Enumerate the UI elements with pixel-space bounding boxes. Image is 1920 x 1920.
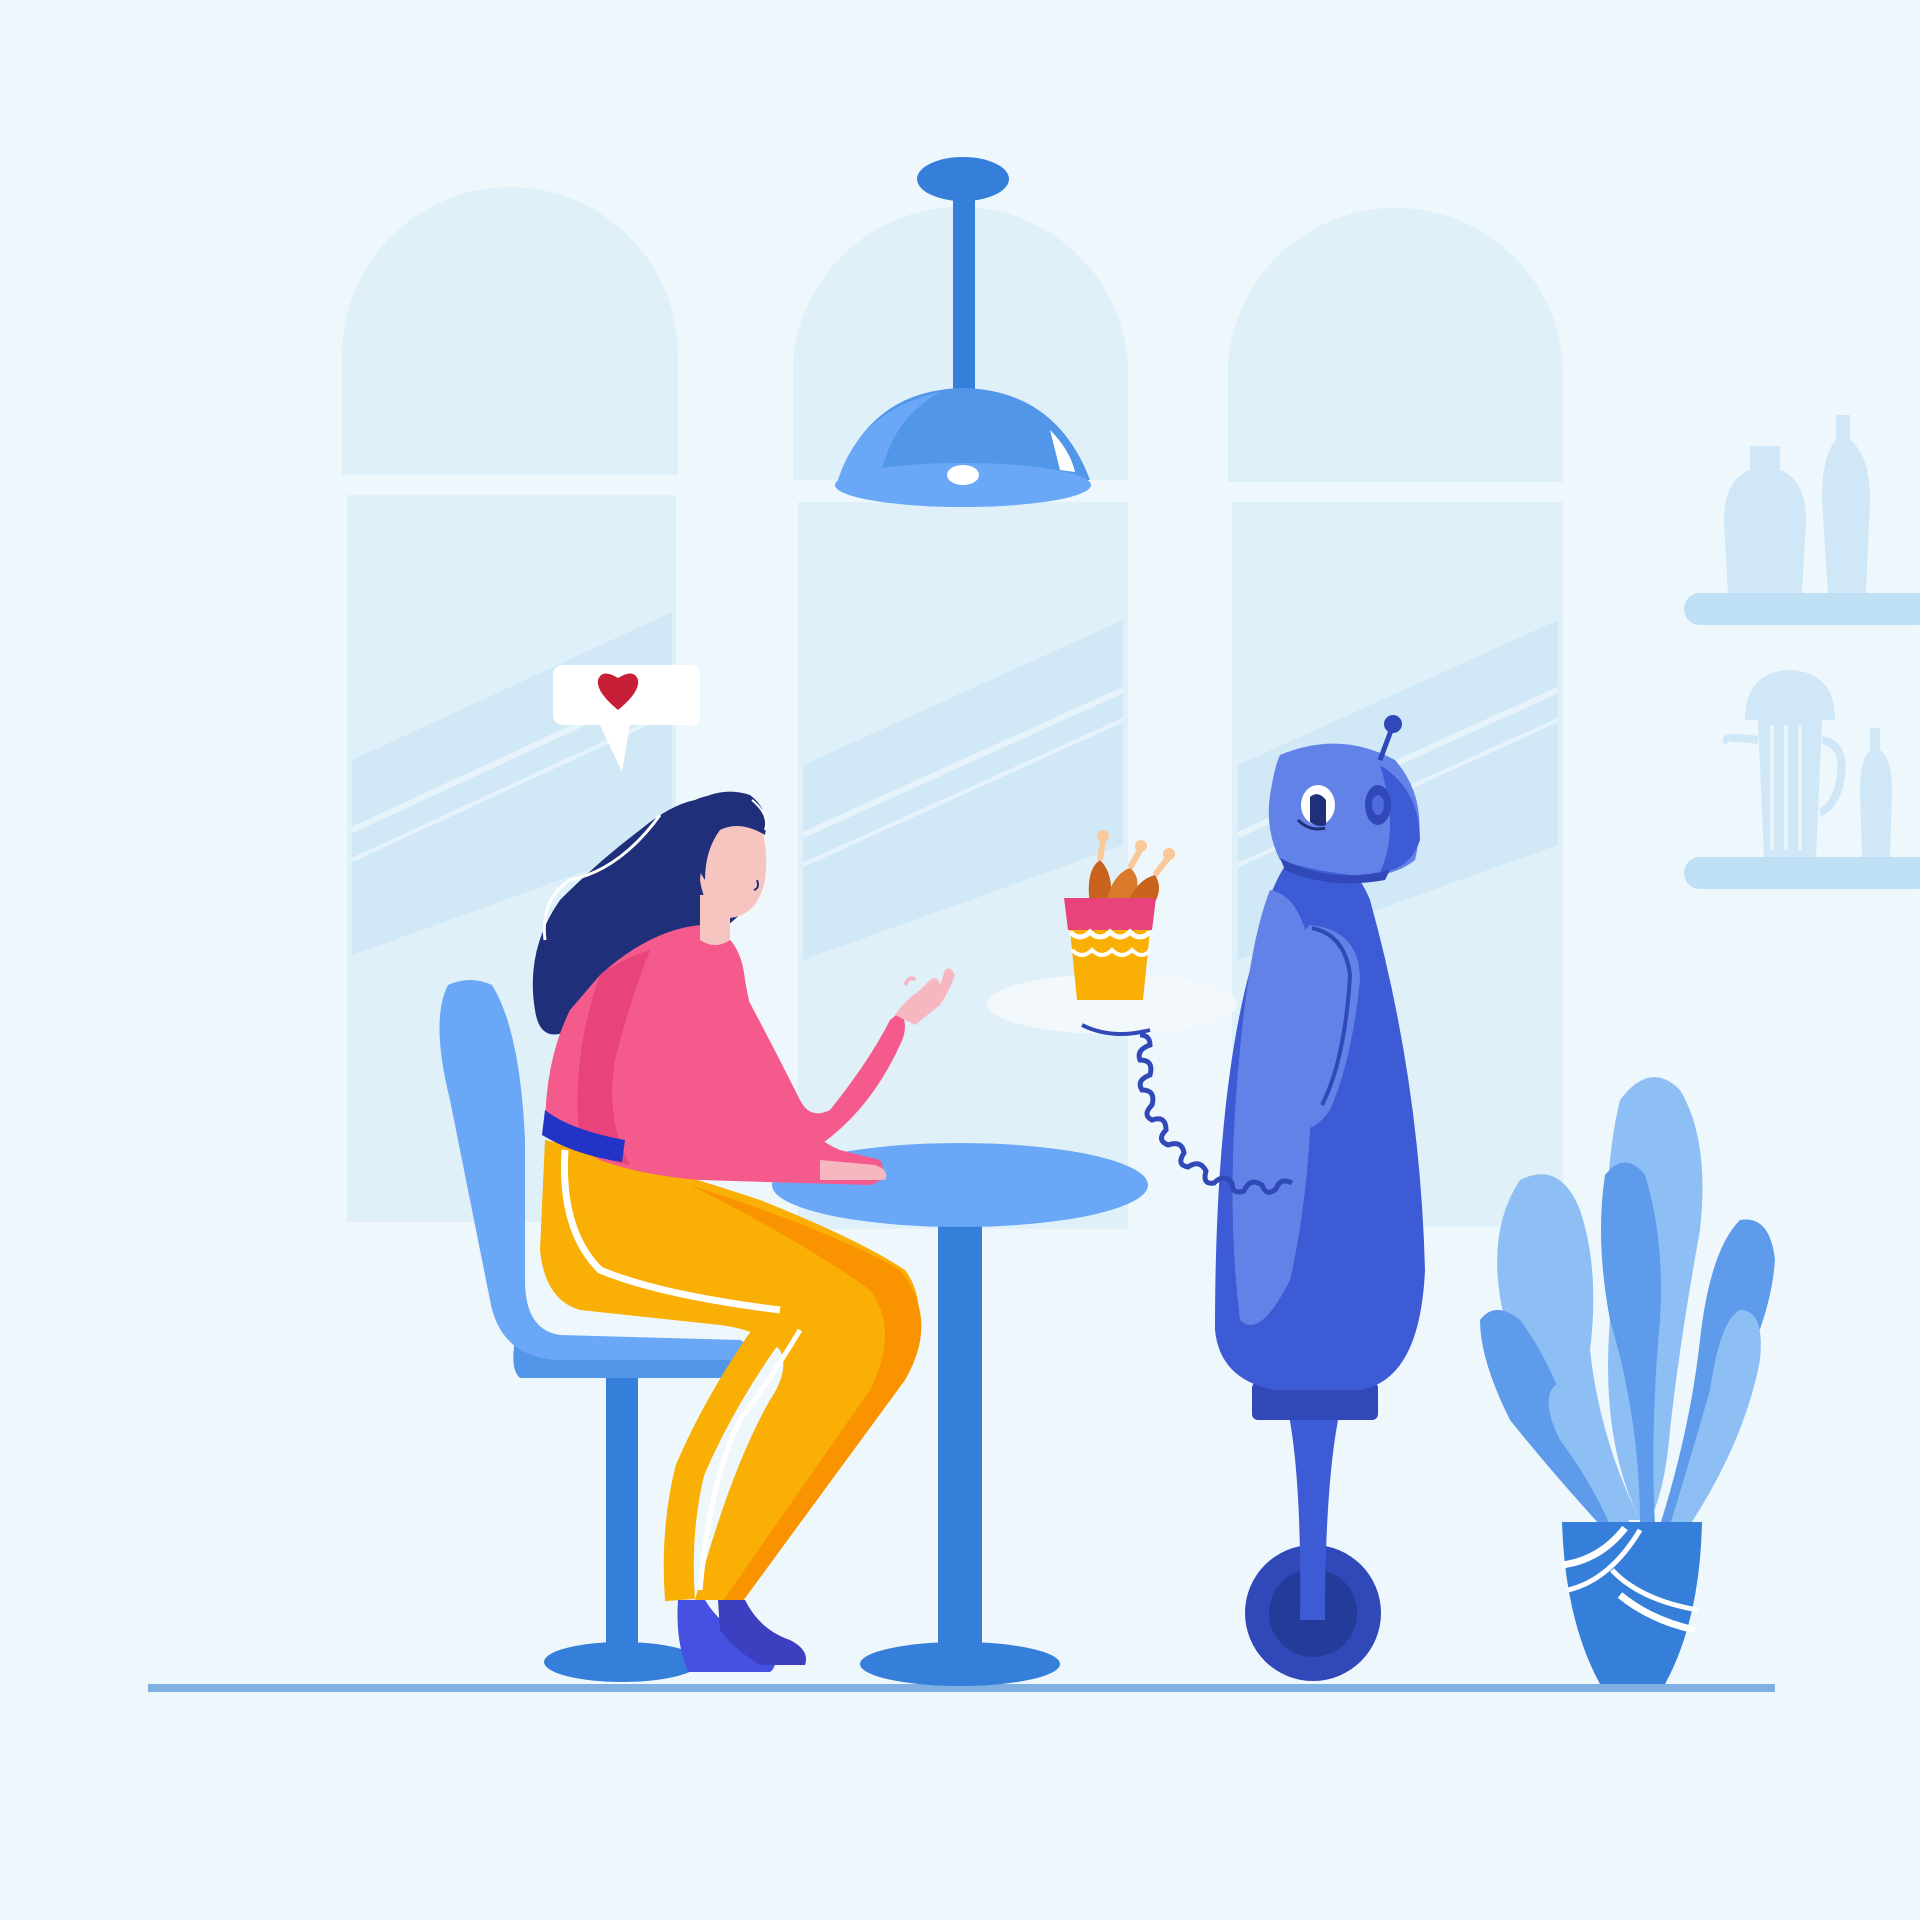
shelf-upper [1684, 593, 1920, 625]
robot-antenna [1384, 715, 1402, 733]
shelf-lower [1684, 857, 1920, 889]
cafe-robot-scene [0, 0, 1920, 1920]
food-bucket [1064, 898, 1156, 930]
